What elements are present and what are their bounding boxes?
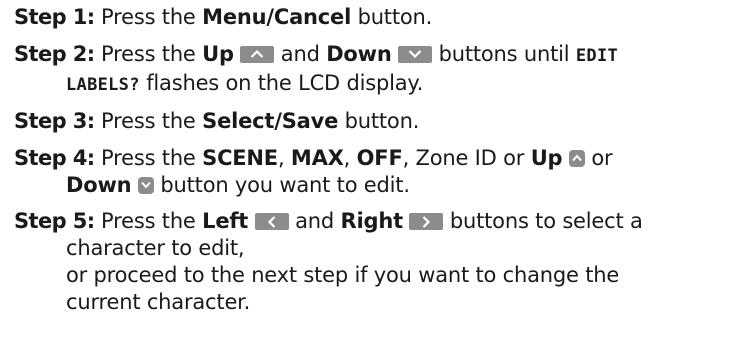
step-label: Step 5: bbox=[14, 209, 95, 233]
step-label: Step 2: bbox=[14, 41, 95, 66]
step-text: buttons to select a bbox=[449, 209, 643, 233]
chevron-up-icon bbox=[240, 45, 275, 63]
lcd-text: LABELS? bbox=[66, 74, 140, 95]
right-button-name: Right bbox=[340, 209, 404, 233]
down-button-name: Down bbox=[66, 172, 132, 197]
step-text: and bbox=[295, 209, 335, 233]
step-continuation: character to edit, bbox=[66, 236, 245, 260]
step-text: Press the bbox=[101, 41, 196, 66]
separator: , bbox=[277, 145, 285, 170]
step-continuation: LABELS? flashes on the LCD display. bbox=[14, 70, 740, 99]
chevron-left-icon bbox=[254, 213, 289, 230]
chevron-down-icon bbox=[137, 176, 154, 194]
step-continuation: Down button you want to edit. bbox=[14, 172, 740, 199]
step-text: button. bbox=[357, 5, 433, 29]
step-text: or bbox=[591, 145, 613, 170]
step-5: Step 5: Press the Left and Right buttons… bbox=[14, 208, 740, 316]
scene-button-name: SCENE bbox=[202, 145, 278, 170]
up-button-name: Up bbox=[530, 145, 563, 170]
step-label: Step 4: bbox=[14, 145, 95, 170]
left-button-name: Left bbox=[202, 209, 249, 233]
step-label: Step 3: bbox=[14, 109, 95, 133]
down-button-name: Down bbox=[326, 41, 392, 66]
chevron-down-icon bbox=[398, 45, 433, 63]
step-text: flashes on the LCD display. bbox=[146, 70, 424, 95]
up-button-name: Up bbox=[202, 41, 234, 66]
off-button-name: OFF bbox=[356, 145, 403, 170]
step-continuation: current character. bbox=[66, 290, 251, 314]
chevron-right-icon bbox=[409, 213, 444, 230]
select-save-button-name: Select/Save bbox=[202, 109, 339, 133]
step-text: , Zone ID or bbox=[402, 145, 525, 170]
step-continuation: or proceed to the next step if you want … bbox=[66, 263, 620, 287]
step-2: Step 2: Press the Up and Down buttons un… bbox=[14, 41, 740, 99]
separator: , bbox=[343, 145, 351, 170]
step-text: button you want to edit. bbox=[160, 172, 410, 197]
max-button-name: MAX bbox=[290, 145, 344, 170]
chevron-up-icon bbox=[568, 149, 585, 167]
step-3: Step 3: Press the Select/Save button. bbox=[14, 108, 740, 135]
step-text: Press the bbox=[101, 209, 196, 233]
step-text: button. bbox=[344, 109, 420, 133]
menu-cancel-button-name: Menu/Cancel bbox=[202, 5, 352, 29]
lcd-text: EDIT bbox=[575, 45, 619, 66]
step-text: Press the bbox=[101, 5, 196, 29]
step-4: Step 4: Press the SCENE, MAX, OFF, Zone … bbox=[14, 145, 740, 199]
step-text: buttons until bbox=[438, 41, 570, 66]
step-text: and bbox=[280, 41, 320, 66]
step-text: Press the bbox=[101, 145, 196, 170]
step-1: Step 1: Press the Menu/Cancel button. bbox=[14, 4, 740, 31]
step-label: Step 1: bbox=[14, 5, 95, 29]
step-text: Press the bbox=[101, 109, 196, 133]
instruction-steps: Step 1: Press the Menu/Cancel button. St… bbox=[14, 4, 740, 326]
